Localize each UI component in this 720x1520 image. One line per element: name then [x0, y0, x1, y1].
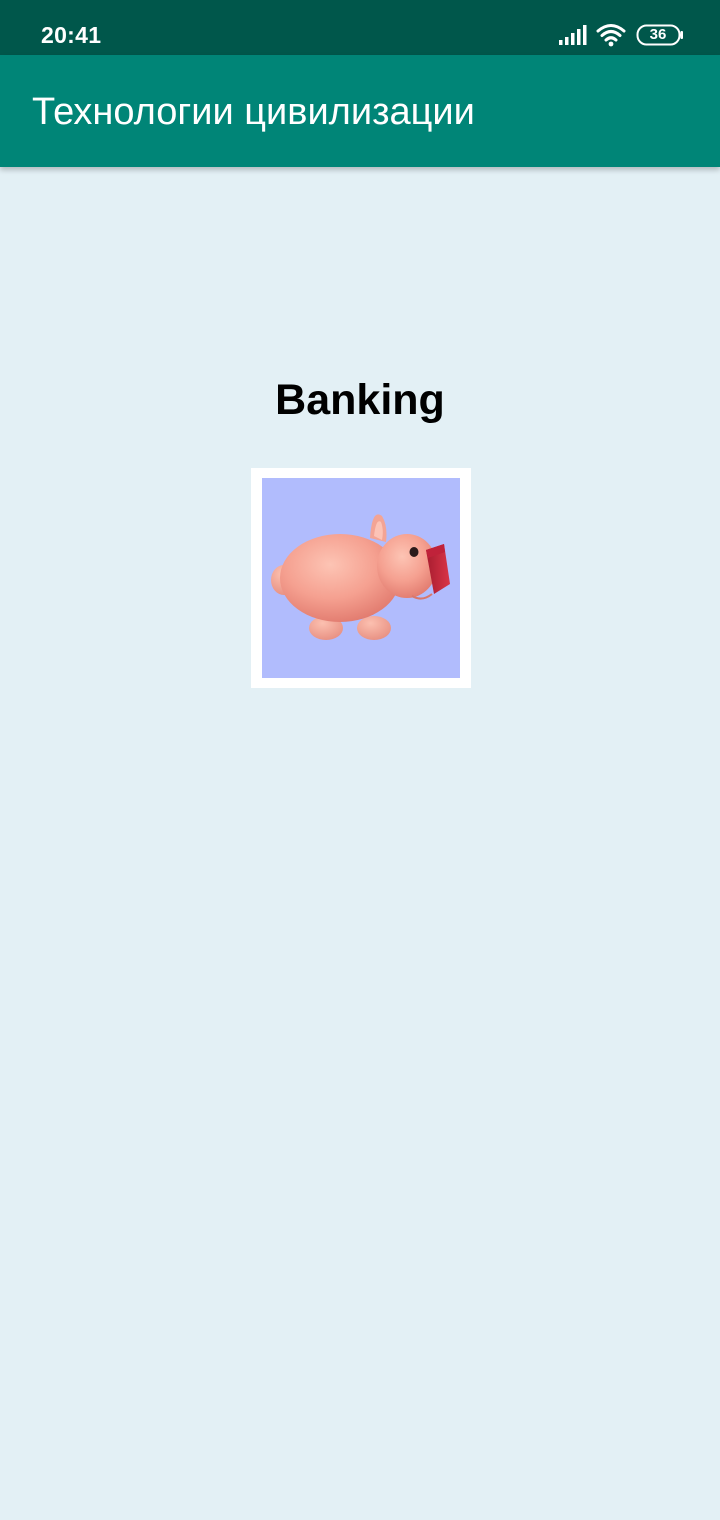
technology-heading: Banking — [275, 376, 445, 424]
piggy-bank-image — [262, 478, 460, 678]
status-bar: 20:41 36 — [0, 0, 720, 55]
technology-image-frame — [251, 468, 471, 688]
app-title: Технологии цивилизации — [32, 91, 475, 133]
app-bar: Технологии цивилизации — [0, 55, 720, 167]
battery-level: 36 — [649, 26, 667, 43]
signal-icon — [559, 25, 587, 45]
piggy-bank-icon — [271, 514, 450, 640]
status-time: 20:41 — [41, 22, 102, 48]
wifi-icon — [596, 24, 626, 47]
